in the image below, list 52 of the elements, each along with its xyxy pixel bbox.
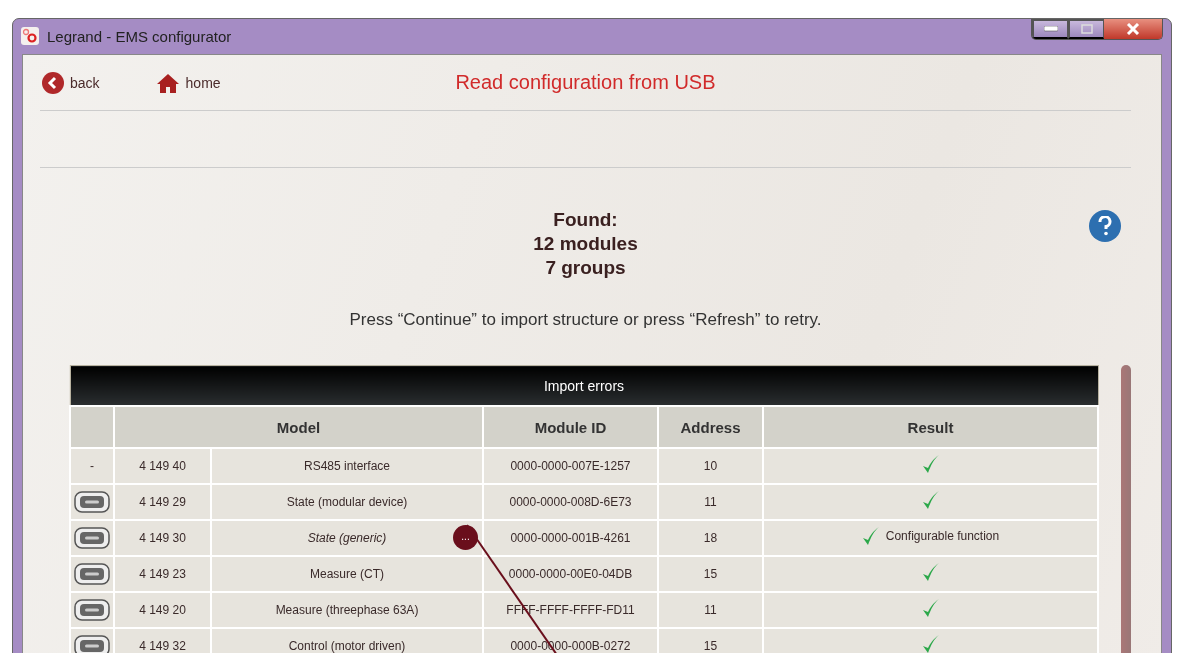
table-cell: 11: [658, 591, 763, 628]
table-cell: 0000-0000-00E0-04DB: [483, 555, 658, 592]
table-cell: 0000-0000-001B-4261: [483, 519, 658, 556]
table-cell: Measure (threephase 63A): [211, 591, 483, 628]
table-cell: 4 149 30: [114, 519, 211, 556]
table-cell: RS485 interface: [211, 447, 483, 484]
table-cell: 10: [658, 447, 763, 484]
app-logo-icon: [21, 27, 39, 45]
home-button[interactable]: home: [155, 72, 221, 93]
table-cell: 4 149 20: [114, 591, 211, 628]
table-cell: State (generic) ...: [211, 519, 483, 556]
table-title: Import errors: [70, 365, 1098, 407]
back-icon: [42, 71, 64, 94]
column-header: Result: [763, 406, 1098, 448]
summary-text: 12 modules: [533, 232, 638, 256]
instruction-text: Press “Continue” to import structure or press “Refresh” to retry.: [349, 310, 822, 330]
table-cell: 4 149 29: [114, 483, 211, 520]
device-icon: [74, 526, 110, 549]
home-icon: [155, 72, 180, 93]
device-icon: [74, 635, 110, 653]
device-icon: [74, 562, 110, 585]
device-icon: [74, 598, 110, 621]
back-button[interactable]: back: [42, 71, 100, 94]
column-header: Model: [114, 406, 483, 448]
result-cell: Configurable function: [763, 519, 1098, 556]
table-cell: 0000-0000-007E-1257: [483, 447, 658, 484]
summary-text: 7 groups: [545, 256, 626, 280]
table-cell: 0000-0000-008D-6E73: [483, 483, 658, 520]
device-icon: [74, 490, 110, 513]
table-cell: 11: [658, 483, 763, 520]
row-marker: -: [70, 447, 114, 484]
more-button[interactable]: ...: [453, 524, 478, 550]
page-title: Read configuration from USB: [455, 71, 716, 93]
table-cell: 4 149 23: [114, 555, 211, 592]
close-icon: [1126, 23, 1140, 35]
table-cell: Measure (CT): [211, 555, 483, 592]
column-header: Module ID: [483, 406, 658, 448]
close-button[interactable]: [1104, 19, 1162, 39]
help-button[interactable]: [1089, 210, 1121, 242]
table-cell: 18: [658, 519, 763, 556]
help-icon: [1098, 216, 1112, 236]
minimize-icon: [1043, 26, 1058, 32]
maximize-button[interactable]: [1068, 19, 1104, 39]
window-title: Legrand - EMS configurator: [47, 27, 232, 45]
table-cell: State (modular device): [211, 483, 483, 520]
summary-text: Found:: [553, 208, 618, 232]
minimize-button[interactable]: [1032, 19, 1068, 39]
maximize-icon: [1080, 24, 1093, 34]
column-header: Address: [658, 406, 763, 448]
table-cell: 4 149 40: [114, 447, 211, 484]
table-cell: 15: [658, 555, 763, 592]
scrollbar[interactable]: [1121, 365, 1131, 653]
